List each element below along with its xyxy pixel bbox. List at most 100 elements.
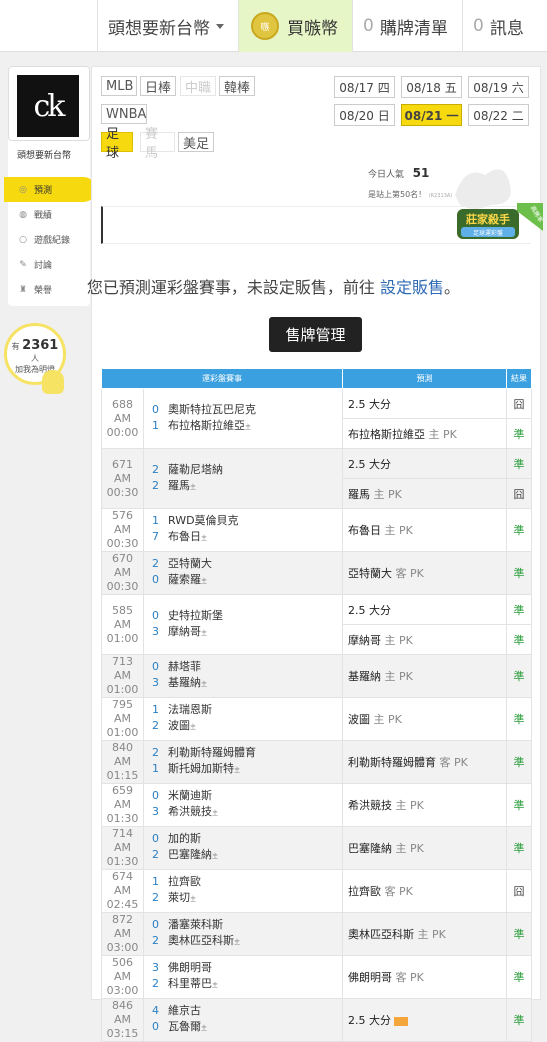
date-button[interactable]: 08/17 四 (334, 76, 395, 98)
home-score: 2 (152, 848, 159, 861)
sale-management-button[interactable]: 售牌管理 (269, 317, 362, 352)
league-button[interactable]: MLB (101, 76, 137, 96)
badge-title: 莊家殺手 (465, 212, 510, 226)
avatar-frame[interactable]: ck (8, 66, 90, 141)
date-button[interactable]: 08/18 五 (401, 76, 462, 98)
sidebar-item-circle[interactable]: ○ 遊戲紀錄 (4, 227, 94, 252)
target-icon: ◎ (19, 184, 27, 195)
result-cell: 準 (506, 654, 532, 698)
handicap-label: 主 PK (395, 842, 424, 855)
date-button[interactable]: 08/20 日 (334, 104, 395, 126)
table-row: 674 AM 02:45 1 拉齊歐 2 萊切主 拉齊歐 客 PK 囧 (101, 869, 532, 913)
handicap-label: 客 PK (439, 756, 468, 769)
home-marker: 主 (234, 767, 241, 774)
prediction-cell: 2.5 大分 (342, 998, 507, 1042)
game-time: AM 01:00 (106, 712, 139, 739)
home-team: 希洪競技 (168, 805, 212, 818)
handicap-label: 客 PK (395, 567, 424, 580)
home-marker: 主 (190, 896, 197, 903)
game-time: AM 00:30 (106, 523, 139, 550)
home-marker: 主 (212, 982, 219, 989)
away-score: 0 (152, 832, 159, 845)
away-team: RWD莫倫貝克 (168, 514, 239, 527)
prediction-cell: 拉齊歐 客 PK (342, 869, 507, 913)
game-id-cell: 585 AM 01:00 (101, 594, 144, 655)
message-count: 0 (473, 16, 484, 36)
game-id: 674 (112, 870, 133, 883)
sidebar-item-chat[interactable]: ◍ 戰績 (4, 202, 94, 227)
game-id-cell: 795 AM 01:00 (101, 697, 144, 741)
away-score: 2 (152, 746, 159, 759)
sidebar-item-label: 戰績 (34, 211, 53, 221)
result-cell: 準 (506, 418, 532, 449)
cart-button[interactable]: 0 購牌清單 (352, 0, 462, 52)
away-score: 1 (152, 875, 159, 888)
home-team: 瓦魯爾 (168, 1020, 201, 1033)
game-teams-cell: 0 加的斯 2 巴塞隆納主 (143, 826, 343, 870)
avatar: ck (17, 75, 79, 137)
home-marker: 主 (201, 629, 208, 637)
home-marker: 主 (190, 724, 197, 731)
messages-button[interactable]: 0 訊息 (462, 0, 547, 52)
game-time: AM 03:00 (106, 927, 139, 954)
handicap-label: 主 PK (395, 799, 424, 812)
home-team: 波圖 (168, 719, 190, 732)
chat-icon: ◍ (19, 209, 27, 220)
game-time: AM 02:45 (106, 884, 139, 911)
game-teams-cell: 2 亞特蘭大 0 薩索羅主 (143, 551, 343, 595)
date-button[interactable]: 08/22 二 (468, 104, 529, 126)
date-button[interactable]: 08/19 六 (468, 76, 529, 98)
top-bar: 頭想要新台幣 嗾 買嗾幣 0 購牌清單 0 訊息 (0, 0, 547, 52)
game-id: 506 (112, 956, 133, 969)
away-team: 利勒斯特羅姆體育 (168, 746, 256, 759)
buy-coin-button[interactable]: 嗾 買嗾幣 (238, 0, 352, 52)
league-button[interactable]: 足球 (101, 127, 133, 161)
prediction-text: 2.5 大分 (348, 603, 391, 617)
bookie-killer-badge: 莊家殺手 足球運彩盤 高勝率 (457, 203, 545, 239)
popularity-value: 51 (412, 166, 430, 180)
result-cell: 囧 (506, 388, 532, 419)
game-id-cell: 846 AM 03:15 (101, 998, 144, 1042)
handicap-label: 主 PK (373, 713, 402, 726)
game-time: AM 00:30 (106, 471, 139, 499)
game-time: AM 01:30 (106, 798, 139, 825)
league-button[interactable]: 日棒 (140, 76, 176, 96)
league-button[interactable]: 韓棒 (219, 76, 255, 96)
table-row: 688 AM 00:00 0 奧斯特拉瓦巴尼克 1 布拉格斯拉維亞主 2.5 大分囧 (101, 388, 532, 449)
home-marker: 主 (201, 681, 208, 688)
game-id: 714 (112, 827, 133, 840)
game-id-cell: 670 AM 00:30 (101, 551, 144, 595)
table-row: 670 AM 00:30 2 亞特蘭大 0 薩索羅主 亞特蘭大 客 PK 準 (101, 551, 532, 595)
home-score: 3 (152, 624, 159, 638)
header-prediction: 預測 (342, 368, 507, 389)
game-id: 846 (112, 999, 133, 1012)
away-score: 0 (152, 918, 159, 931)
result-cell: 準 (506, 448, 532, 479)
game-id: 670 (112, 552, 133, 565)
game-id: 585 (112, 603, 133, 617)
date-button[interactable]: 08/21 一 (401, 104, 462, 126)
notice-text: 您已預測運彩盤賽事，未設定販售，前往 (86, 278, 375, 297)
prediction-cell: 巴塞隆納 主 PK (342, 826, 507, 870)
league-button[interactable]: WNBA (101, 104, 147, 124)
league-button[interactable]: 美足 (178, 132, 214, 152)
result-cell: 準 (506, 826, 532, 870)
home-team: 布魯日 (168, 530, 201, 543)
prediction-cell: 2.5 大分 (342, 594, 507, 625)
messages-label: 訊息 (489, 18, 524, 39)
league-button: 賽馬 (140, 127, 175, 161)
user-menu[interactable]: 頭想要新台幣 (97, 0, 238, 52)
prediction-text: 拉齊歐 (348, 885, 381, 898)
prediction-cell: 佛朗明哥 客 PK (342, 955, 507, 999)
game-teams-cell: 1 RWD莫倫貝克 7 布魯日主 (143, 508, 343, 552)
prediction-text: 波圖 (348, 713, 370, 726)
prediction-text: 布拉格斯拉維亞 (348, 427, 425, 441)
home-marker: 主 (190, 483, 197, 491)
away-score: 0 (152, 660, 159, 673)
prediction-cell: 亞特蘭大 客 PK (342, 551, 507, 595)
handicap-label: 客 PK (395, 971, 424, 984)
sidebar-item-target[interactable]: ◎ 預測 (4, 177, 96, 202)
game-id: 872 (112, 913, 133, 926)
sale-notice: 您已預測運彩盤賽事，未設定販售，前往 設定販售。 (0, 274, 547, 298)
set-sale-link[interactable]: 設定販售 (380, 278, 444, 297)
